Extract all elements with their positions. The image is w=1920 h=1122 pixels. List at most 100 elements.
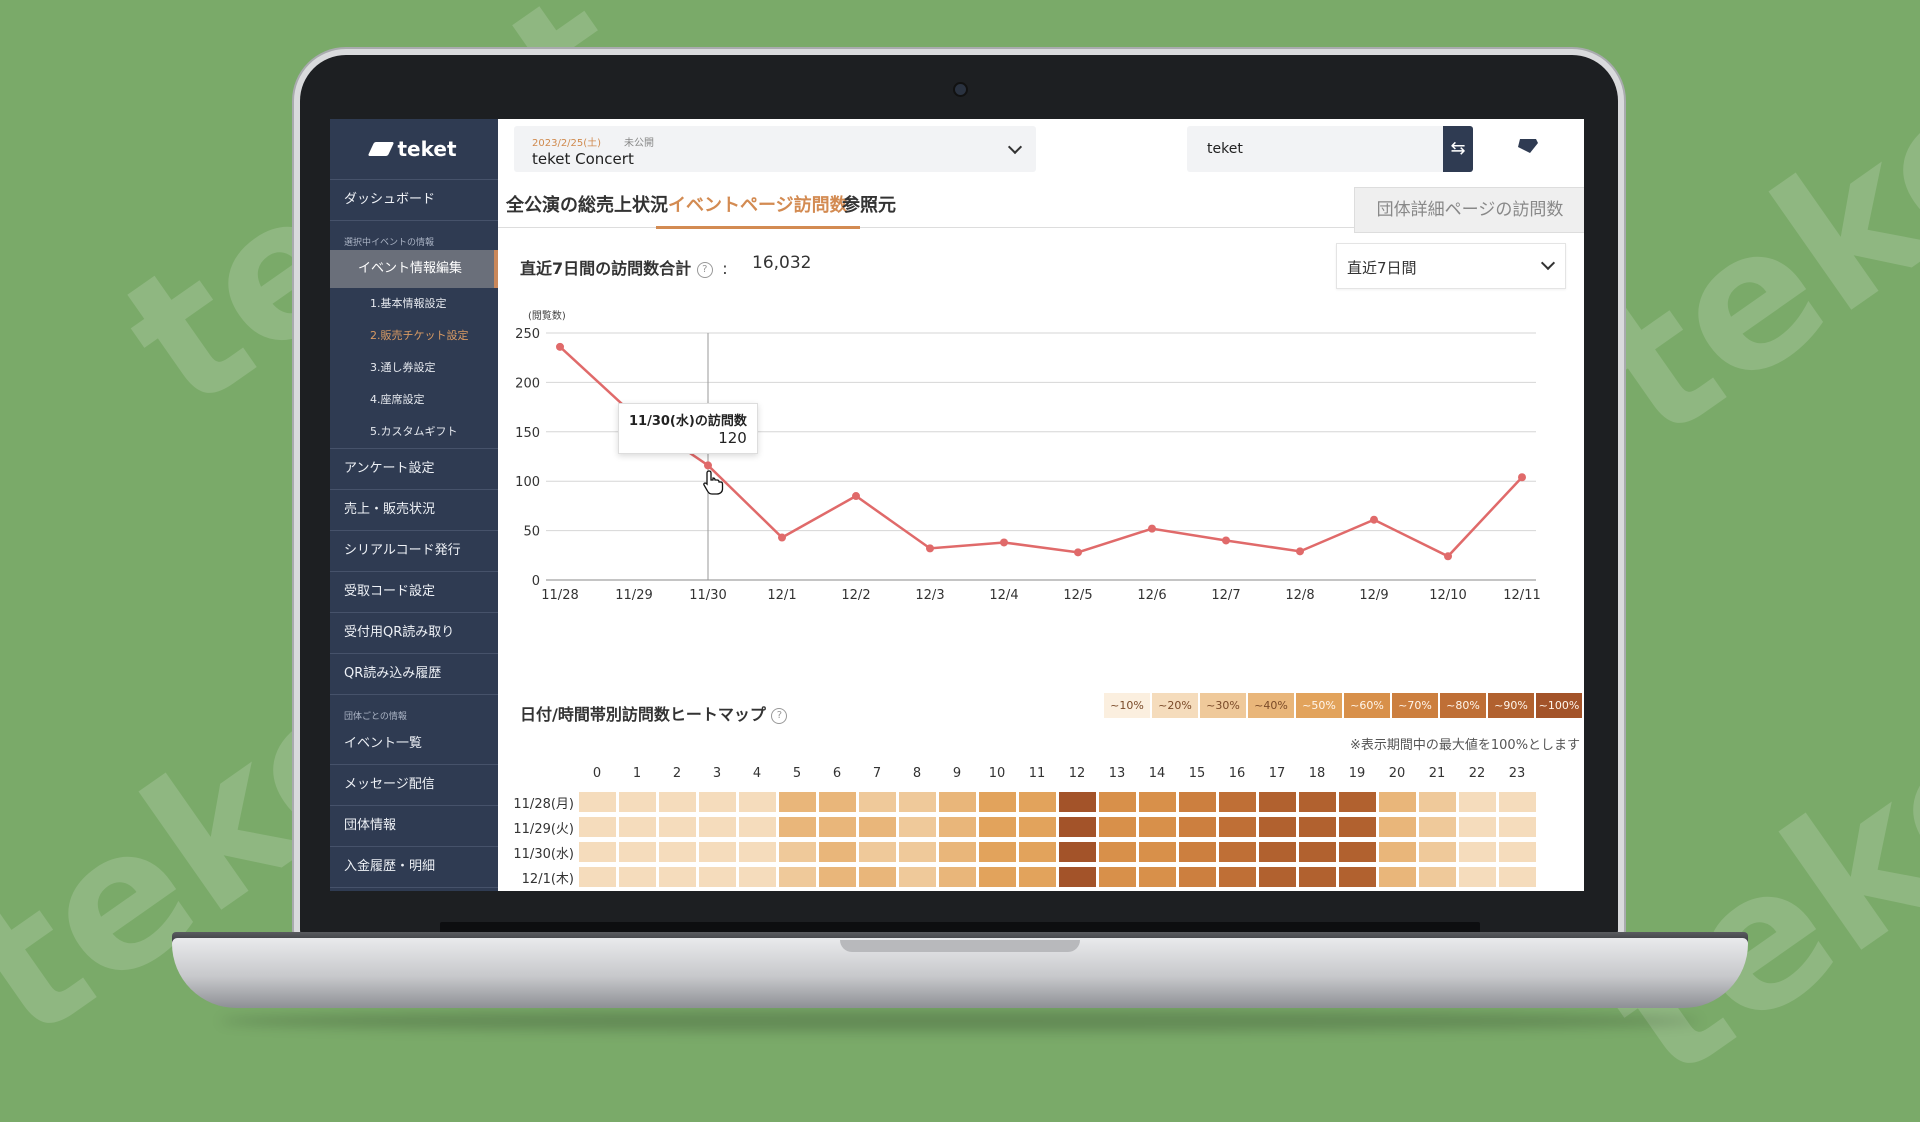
- heatmap-cell[interactable]: [739, 842, 776, 862]
- heatmap-cell[interactable]: [1099, 817, 1136, 837]
- heatmap-cell[interactable]: [1299, 817, 1336, 837]
- heatmap-cell[interactable]: [1099, 842, 1136, 862]
- heatmap-cell[interactable]: [1499, 817, 1536, 837]
- heatmap-cell[interactable]: [1179, 867, 1216, 887]
- sidebar-subitem-seat-settings[interactable]: 4.座席設定: [330, 384, 498, 416]
- heatmap-cell[interactable]: [1219, 792, 1256, 812]
- heatmap-cell[interactable]: [1499, 792, 1536, 812]
- data-point[interactable]: [1000, 538, 1008, 547]
- heatmap-cell[interactable]: [1339, 817, 1376, 837]
- heatmap-cell[interactable]: [739, 792, 776, 812]
- heatmap-cell[interactable]: [1499, 867, 1536, 887]
- heatmap-cell[interactable]: [859, 817, 896, 837]
- heatmap-cell[interactable]: [1139, 792, 1176, 812]
- heatmap-cell[interactable]: [939, 867, 976, 887]
- heatmap-cell[interactable]: [1059, 792, 1096, 812]
- data-point[interactable]: [704, 461, 712, 470]
- sidebar-item-qr-history[interactable]: QR読み込み履歴: [330, 654, 498, 695]
- heatmap-cell[interactable]: [1379, 817, 1416, 837]
- heatmap-cell[interactable]: [779, 792, 816, 812]
- tab-org-page-visits[interactable]: 団体詳細ページの訪問数: [1354, 187, 1584, 233]
- heatmap-cell[interactable]: [1339, 792, 1376, 812]
- heatmap-cell[interactable]: [819, 792, 856, 812]
- data-point[interactable]: [926, 544, 934, 553]
- sidebar-item-event-edit[interactable]: イベント情報編集: [330, 250, 498, 288]
- sidebar-item-event-list[interactable]: イベント一覧: [330, 724, 498, 765]
- heatmap-cell[interactable]: [1259, 792, 1296, 812]
- help-icon[interactable]: ?: [771, 707, 788, 724]
- heatmap-cell[interactable]: [1459, 817, 1496, 837]
- heatmap-cell[interactable]: [1379, 842, 1416, 862]
- heatmap-cell[interactable]: [1419, 817, 1456, 837]
- heatmap-cell[interactable]: [819, 842, 856, 862]
- sidebar-item-survey[interactable]: アンケート設定: [330, 449, 498, 490]
- heatmap-cell[interactable]: [1059, 842, 1096, 862]
- sidebar-item-dashboard[interactable]: ダッシュボード: [330, 180, 498, 221]
- sidebar-item-org-info[interactable]: 団体情報: [330, 806, 498, 847]
- heatmap-cell[interactable]: [1099, 867, 1136, 887]
- heatmap-cell[interactable]: [1299, 842, 1336, 862]
- heatmap-cell[interactable]: [739, 867, 776, 887]
- heatmap-cell[interactable]: [659, 842, 696, 862]
- heatmap-cell[interactable]: [1019, 867, 1056, 887]
- help-icon[interactable]: ?: [696, 261, 713, 278]
- heatmap-cell[interactable]: [1379, 792, 1416, 812]
- data-point[interactable]: [1444, 552, 1452, 561]
- heatmap-cell[interactable]: [979, 842, 1016, 862]
- sidebar-subitem-pass-settings[interactable]: 3.通し券設定: [330, 352, 498, 384]
- heatmap-cell[interactable]: [1259, 842, 1296, 862]
- heatmap-cell[interactable]: [619, 867, 656, 887]
- heatmap-cell[interactable]: [619, 842, 656, 862]
- heatmap-cell[interactable]: [1299, 867, 1336, 887]
- heatmap-cell[interactable]: [899, 842, 936, 862]
- heatmap-cell[interactable]: [739, 817, 776, 837]
- heatmap-cell[interactable]: [699, 867, 736, 887]
- heatmap-cell[interactable]: [619, 792, 656, 812]
- heatmap-cell[interactable]: [1459, 867, 1496, 887]
- data-point[interactable]: [1148, 524, 1156, 533]
- heatmap-cell[interactable]: [1379, 867, 1416, 887]
- heatmap-cell[interactable]: [1019, 817, 1056, 837]
- heatmap-cell[interactable]: [1459, 842, 1496, 862]
- heatmap-cell[interactable]: [1179, 792, 1216, 812]
- heatmap-cell[interactable]: [819, 867, 856, 887]
- heatmap-cell[interactable]: [1339, 867, 1376, 887]
- heatmap-cell[interactable]: [859, 867, 896, 887]
- sidebar-subitem-basic-info[interactable]: 1.基本情報設定: [330, 288, 498, 320]
- ticket-icon[interactable]: [1516, 137, 1540, 155]
- heatmap-cell[interactable]: [939, 842, 976, 862]
- swap-org-button[interactable]: ⇆: [1443, 126, 1473, 172]
- heatmap-cell[interactable]: [699, 842, 736, 862]
- heatmap-cell[interactable]: [1219, 867, 1256, 887]
- heatmap-cell[interactable]: [1339, 842, 1376, 862]
- heatmap-cell[interactable]: [1299, 792, 1336, 812]
- data-point[interactable]: [1518, 473, 1526, 482]
- heatmap-cell[interactable]: [1419, 842, 1456, 862]
- sidebar-item-receive-code[interactable]: 受取コード設定: [330, 572, 498, 613]
- heatmap-cell[interactable]: [899, 817, 936, 837]
- heatmap-cell[interactable]: [619, 817, 656, 837]
- sidebar-item-messages[interactable]: メッセージ配信: [330, 765, 498, 806]
- tab-total-sales[interactable]: 全公演の総売上状況: [506, 191, 668, 226]
- heatmap-cell[interactable]: [1099, 792, 1136, 812]
- data-point[interactable]: [1074, 548, 1082, 557]
- heatmap-cell[interactable]: [1219, 817, 1256, 837]
- heatmap-cell[interactable]: [899, 867, 936, 887]
- heatmap-cell[interactable]: [659, 817, 696, 837]
- heatmap-cell[interactable]: [1499, 842, 1536, 862]
- heatmap-cell[interactable]: [699, 817, 736, 837]
- heatmap-cell[interactable]: [579, 817, 616, 837]
- heatmap-cell[interactable]: [1259, 867, 1296, 887]
- heatmap-cell[interactable]: [1059, 817, 1096, 837]
- heatmap-cell[interactable]: [1139, 817, 1176, 837]
- heatmap-cell[interactable]: [1139, 867, 1176, 887]
- heatmap-cell[interactable]: [1459, 792, 1496, 812]
- heatmap-cell[interactable]: [859, 792, 896, 812]
- data-point[interactable]: [1222, 536, 1230, 545]
- heatmap-cell[interactable]: [1419, 867, 1456, 887]
- heatmap-cell[interactable]: [819, 817, 856, 837]
- tab-referrers[interactable]: 参照元: [842, 191, 896, 226]
- heatmap-cell[interactable]: [779, 867, 816, 887]
- heatmap-cell[interactable]: [1219, 842, 1256, 862]
- heatmap-cell[interactable]: [1179, 817, 1216, 837]
